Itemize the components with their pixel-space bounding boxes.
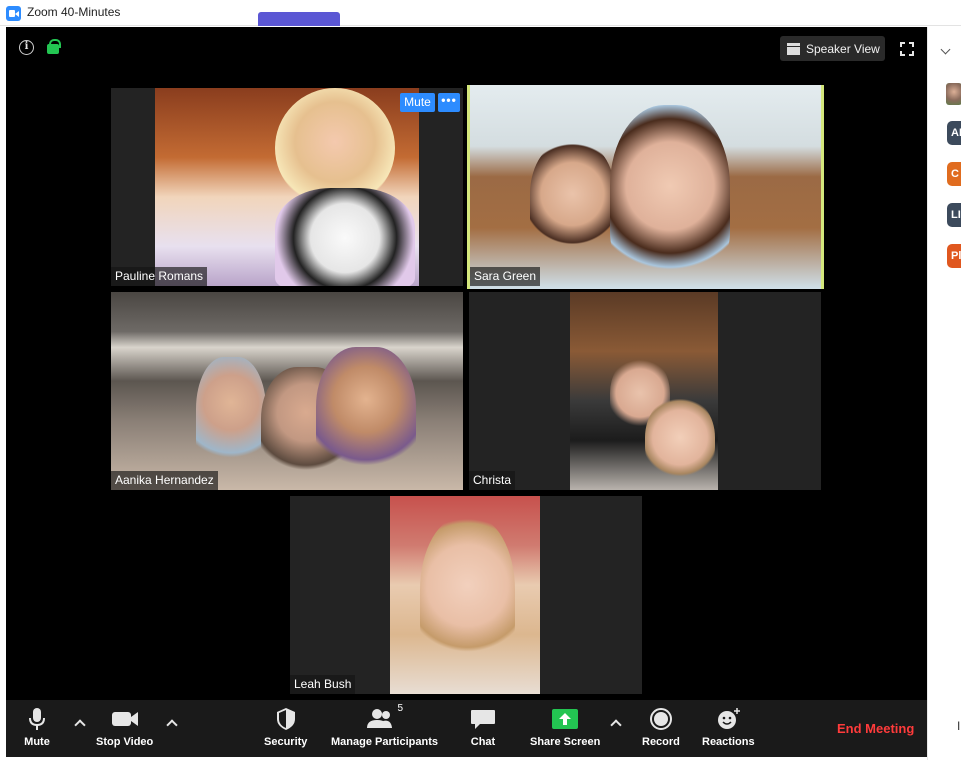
mute-button[interactable]: Mute [22,707,52,748]
tile-mute-button[interactable]: Mute [400,93,435,112]
participant-count: 5 [397,703,404,714]
sidebar-truncated-text: I [957,719,961,733]
share-options-caret-icon[interactable] [611,718,621,728]
background-window-tab [258,12,340,26]
audio-options-caret-icon[interactable] [75,718,85,728]
security-button[interactable]: Security [264,707,307,748]
video-options-caret-icon[interactable] [167,718,177,728]
record-label: Record [642,736,680,748]
participant-video [570,292,718,490]
manage-participants-button[interactable]: 5 Manage Participants [331,703,438,748]
participants-strip: AI C LI Pl I [927,27,961,760]
security-label: Security [264,736,308,748]
participant-name: Leah Bush [290,675,356,694]
reactions-button[interactable]: Reactions [702,707,755,748]
record-button[interactable]: Record [642,707,680,748]
zoom-app-icon [6,6,21,21]
end-meeting-button[interactable]: End Meeting [837,721,914,736]
speaker-view-button[interactable]: Speaker View [780,36,885,61]
window-titlebar: Zoom 40-Minutes [0,0,961,26]
share-screen-label: Share Screen [530,736,601,748]
manage-participants-label: Manage Participants [331,736,438,748]
meeting-info-icon[interactable]: i [19,40,34,55]
mute-label: Mute [24,736,50,748]
video-tile-christa[interactable]: Christa [469,292,821,490]
video-tile-aanika-hernandez[interactable]: Aanika Hernandez [111,292,463,490]
participants-icon: 5 [364,703,404,731]
meeting-toolbar: Mute Stop Video Security 5 Manage Partic… [6,700,927,757]
video-camera-icon [110,707,140,731]
participant-name: Pauline Romans [111,267,208,286]
participant-thumbnail[interactable] [946,83,961,105]
microphone-icon [22,707,52,731]
meeting-window: i Speaker View Mute ••• Pauline Romans S… [6,27,927,757]
stop-video-button[interactable]: Stop Video [96,707,153,748]
record-icon [646,707,676,731]
share-screen-arrow-icon [550,707,580,731]
video-tile-leah-bush[interactable]: Leah Bush [290,496,642,694]
participant-video [390,496,540,694]
participant-name: Christa [469,471,516,490]
participant-video [111,292,463,490]
speaker-view-icon [787,42,800,55]
participant-name: Sara Green [470,267,541,286]
chat-bubble-icon [468,707,498,731]
participant-avatar[interactable]: Pl [947,244,961,268]
video-tile-pauline-romans[interactable]: Mute ••• Pauline Romans [111,88,463,286]
participant-avatar[interactable]: AI [947,121,961,145]
smiley-plus-icon [713,707,743,731]
video-tile-sara-green[interactable]: Sara Green [467,85,824,289]
participant-video [470,85,821,289]
participant-avatar[interactable]: C [947,162,961,186]
speaker-view-label: Speaker View [806,41,880,56]
chat-label: Chat [470,736,496,748]
tile-more-options-button[interactable]: ••• [438,93,460,112]
encryption-lock-icon[interactable] [47,39,61,54]
chat-button[interactable]: Chat [468,707,498,748]
fullscreen-icon[interactable] [900,42,914,56]
shield-icon [271,707,301,731]
collapse-chevron-icon[interactable] [941,46,951,56]
participant-video [155,88,419,286]
window-title: Zoom 40-Minutes [27,5,121,19]
participant-name: Aanika Hernandez [111,471,218,490]
share-screen-button[interactable]: Share Screen [530,707,600,748]
participant-avatar[interactable]: LI [947,203,961,227]
reactions-label: Reactions [702,736,755,748]
stop-video-label: Stop Video [96,736,154,748]
